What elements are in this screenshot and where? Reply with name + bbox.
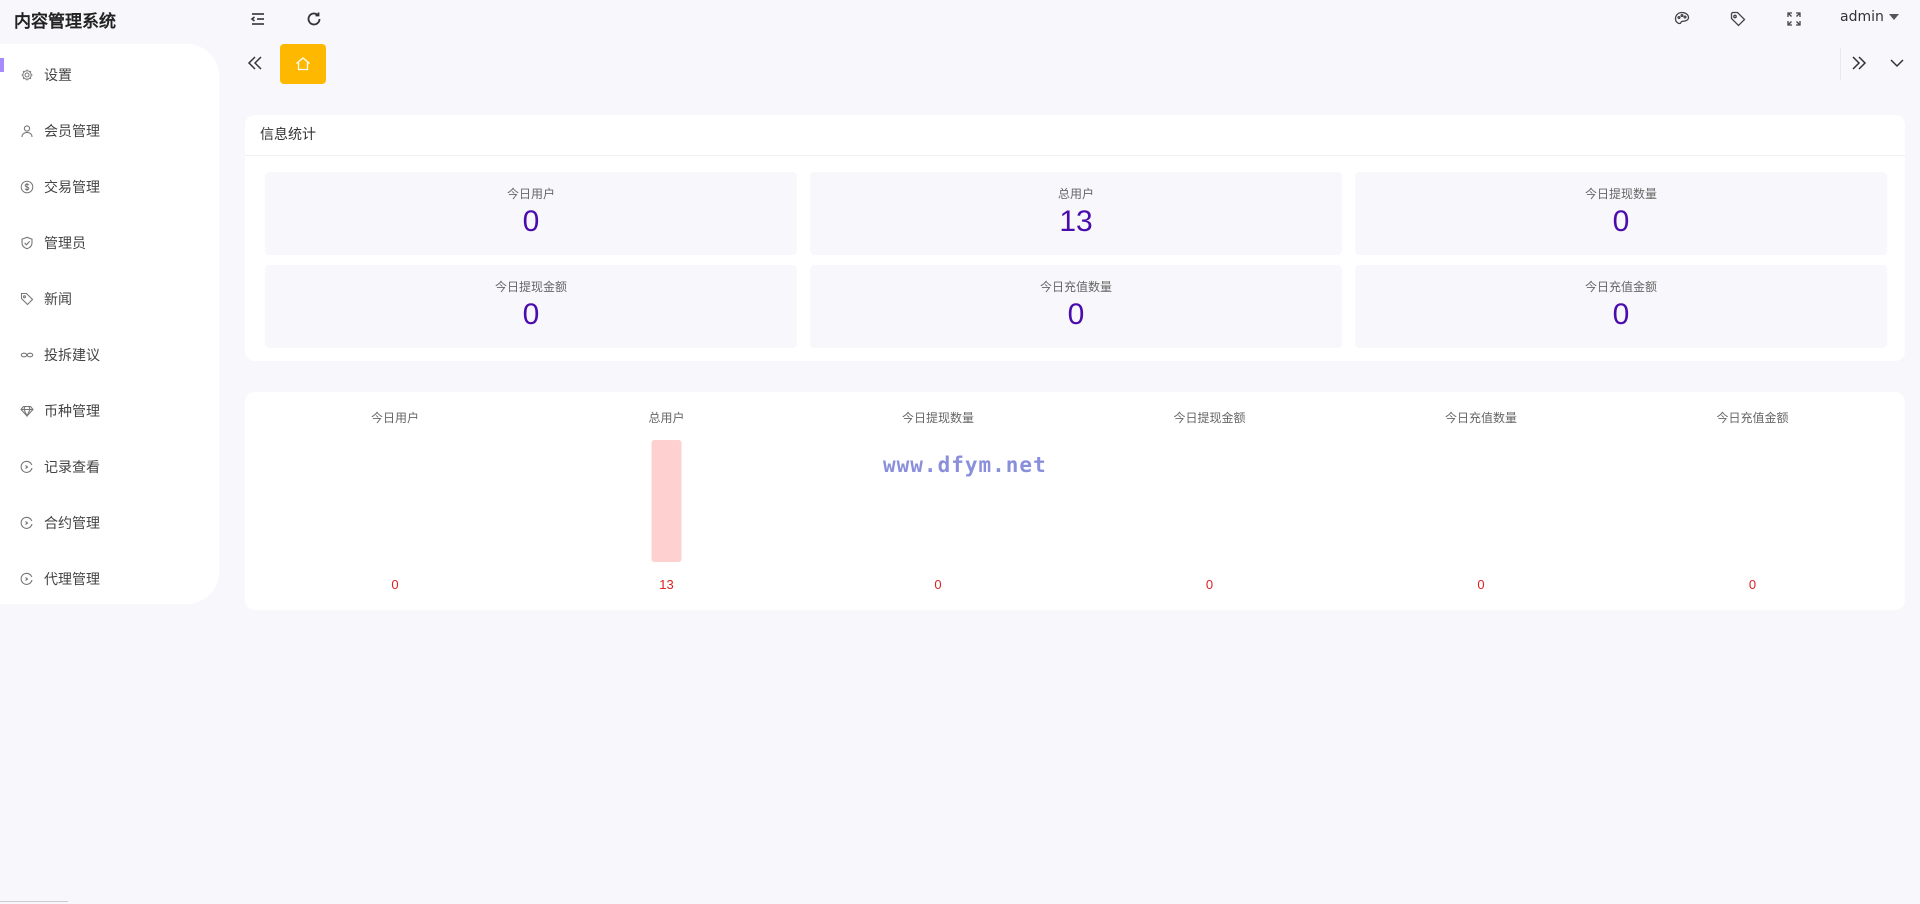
- watermark: www.dfym.net: [883, 453, 1047, 477]
- fullscreen-icon[interactable]: [1783, 8, 1805, 30]
- stat-label: 今日提现金额: [494, 280, 567, 294]
- sidebar-item-label: 交易管理: [44, 180, 100, 196]
- stat-card-today-withdraw-count: 今日提现数量 0: [1355, 172, 1887, 255]
- chevron-down-icon: [1888, 14, 1899, 20]
- chart-value-label: 0: [391, 577, 398, 592]
- sidebar-item-contracts[interactable]: 合约管理: [0, 495, 219, 551]
- tag-icon[interactable]: [1727, 8, 1749, 30]
- stat-label: 总用户: [1057, 187, 1094, 201]
- chart-bar: [651, 440, 682, 562]
- user-menu[interactable]: admin: [1840, 9, 1899, 25]
- stat-value: 0: [522, 205, 540, 238]
- bar-chart-panel: 今日用户 0 总用户 13 今日提现数量 0 今日提现金额 0 今日充值数量 0 今日充值金额 0: [245, 392, 1905, 610]
- sidebar-item-records[interactable]: 记录查看: [0, 439, 219, 495]
- sidebar-item-label: 合约管理: [44, 516, 100, 532]
- stat-value: 13: [1059, 205, 1093, 238]
- chart-value-label: 0: [934, 577, 941, 592]
- sidebar-item-currencies[interactable]: 币种管理: [0, 383, 219, 439]
- sidebar-item-trades[interactable]: 交易管理: [0, 159, 219, 215]
- circle-arrow-icon: [19, 571, 35, 587]
- menu-fold-icon[interactable]: [247, 8, 269, 30]
- stat-card-today-recharge-count: 今日充值数量 0: [810, 265, 1342, 348]
- stat-label: 今日充值金额: [1584, 280, 1657, 294]
- sidebar-item-label: 管理员: [44, 236, 86, 252]
- bar-chart: 今日用户 0 总用户 13 今日提现数量 0 今日提现金额 0 今日充值数量 0 今日充值金额 0: [371, 410, 1789, 592]
- stat-value: 0: [1612, 298, 1630, 331]
- stat-label: 今日提现数量: [1584, 187, 1657, 201]
- username: admin: [1840, 9, 1884, 25]
- tab-menu-chevron-down-icon[interactable]: [1886, 52, 1908, 74]
- home-icon: [296, 57, 310, 71]
- top-bar: 内容管理系统 admin: [0, 0, 1920, 40]
- chart-category-label: 总用户: [648, 410, 684, 425]
- tab-home[interactable]: [280, 44, 326, 84]
- sidebar-item-label: 代理管理: [44, 572, 100, 588]
- active-indicator: [0, 58, 4, 72]
- stat-card-today-withdraw-amount: 今日提现金额 0: [265, 265, 797, 348]
- sidebar-item-feedback[interactable]: 投拆建议: [0, 327, 219, 383]
- chart-category-label: 今日提现金额: [1173, 410, 1245, 425]
- sidebar-item-label: 会员管理: [44, 124, 100, 140]
- sidebar: 设置 会员管理 交易管理 管理员 新闻 投拆建议 币种管理 记录查看 合约管理 …: [0, 44, 219, 604]
- sidebar-item-label: 新闻: [44, 292, 72, 308]
- chart-value-label: 0: [1206, 577, 1213, 592]
- sidebar-item-label: 设置: [44, 68, 72, 84]
- tab-scroll-right-icon[interactable]: [1848, 52, 1870, 74]
- stat-card-today-recharge-amount: 今日充值金额 0: [1355, 265, 1887, 348]
- stats-grid: 今日用户 0 总用户 13 今日提现数量 0 今日提现金额 0 今日充值数量 0…: [265, 172, 1887, 348]
- link-icon: [19, 347, 35, 363]
- sidebar-item-news[interactable]: 新闻: [0, 271, 219, 327]
- palette-icon[interactable]: [1671, 8, 1693, 30]
- circle-arrow-icon: [19, 459, 35, 475]
- shield-icon: [19, 235, 35, 251]
- chart-value-label: 13: [659, 577, 673, 592]
- sidebar-item-settings[interactable]: 设置: [0, 47, 219, 103]
- tag-icon: [19, 291, 35, 307]
- tab-scroll-left-icon[interactable]: [244, 52, 266, 74]
- bottom-scroll-indicator: [0, 901, 68, 902]
- chart-category-label: 今日充值数量: [1445, 410, 1517, 425]
- chart-value-label: 0: [1749, 577, 1756, 592]
- panel-title: 信息统计: [245, 115, 1905, 156]
- stat-label: 今日用户: [506, 187, 555, 201]
- stats-panel: 信息统计 今日用户 0 总用户 13 今日提现数量 0 今日提现金额 0 今日充…: [245, 115, 1905, 361]
- chart-category-label: 今日充值金额: [1716, 410, 1788, 425]
- circle-arrow-icon: [19, 515, 35, 531]
- diamond-icon: [19, 403, 35, 419]
- user-icon: [19, 123, 35, 139]
- sidebar-item-label: 币种管理: [44, 404, 100, 420]
- gear-icon: [19, 67, 35, 83]
- sidebar-item-label: 投拆建议: [44, 348, 100, 364]
- app-title: 内容管理系统: [14, 12, 116, 32]
- sidebar-item-admins[interactable]: 管理员: [0, 215, 219, 271]
- sidebar-item-label: 记录查看: [44, 460, 100, 476]
- chart-value-label: 0: [1477, 577, 1484, 592]
- tab-divider: [1840, 48, 1841, 80]
- sidebar-item-agents[interactable]: 代理管理: [0, 551, 219, 607]
- stat-value: 0: [1067, 298, 1085, 331]
- stat-card-total-users: 总用户 13: [810, 172, 1342, 255]
- stat-label: 今日充值数量: [1039, 280, 1112, 294]
- dollar-icon: [19, 179, 35, 195]
- stat-value: 0: [522, 298, 540, 331]
- chart-category-label: 今日用户: [371, 410, 419, 425]
- chart-category-label: 今日提现数量: [902, 410, 974, 425]
- stat-card-today-users: 今日用户 0: [265, 172, 797, 255]
- stat-value: 0: [1612, 205, 1630, 238]
- refresh-icon[interactable]: [303, 8, 325, 30]
- sidebar-item-members[interactable]: 会员管理: [0, 103, 219, 159]
